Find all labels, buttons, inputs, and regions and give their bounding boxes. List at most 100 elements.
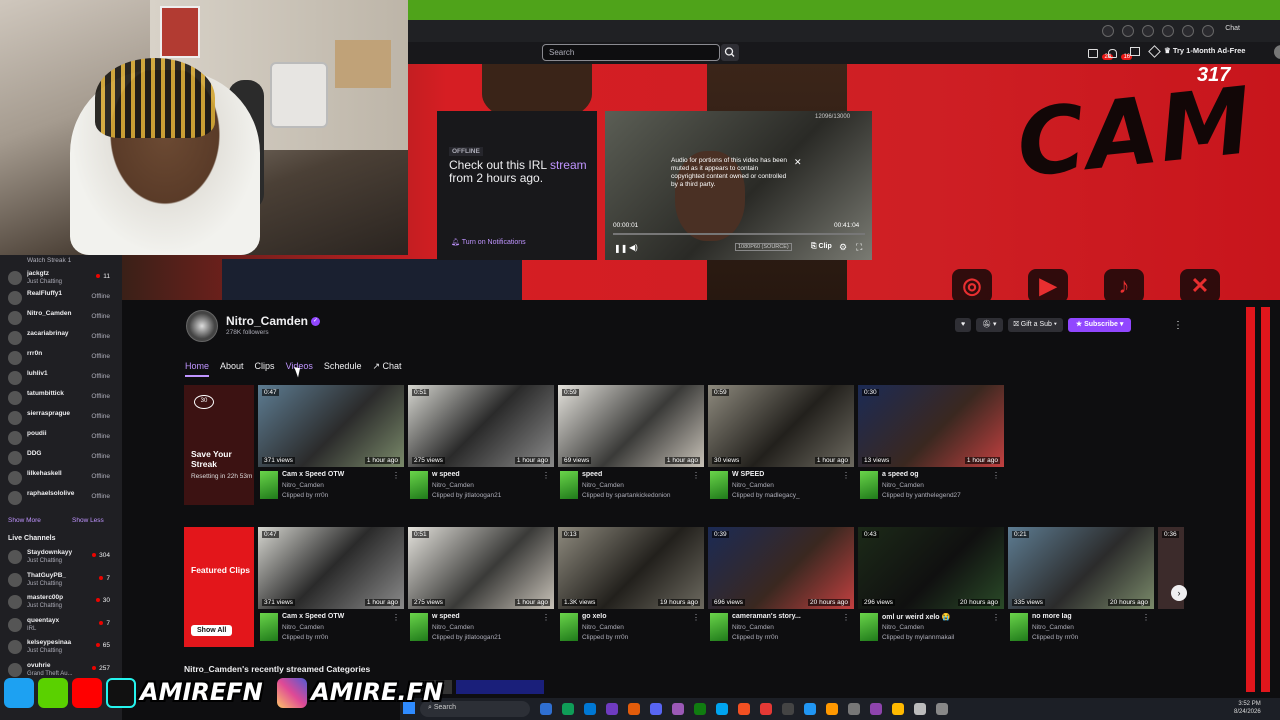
taskbar-app-icon[interactable] <box>936 703 948 715</box>
avatar[interactable] <box>560 613 578 641</box>
clip-thumbnail[interactable]: 0:59 69 views 1 hour ago <box>558 385 704 467</box>
offline-stream-link[interactable]: stream <box>550 158 587 172</box>
sidebar-live-channel[interactable]: ThatGuyPB_ Just Chatting 7 <box>0 571 118 591</box>
extension-icon[interactable] <box>1102 25 1114 37</box>
sidebar-channel[interactable]: lilkehaskell Offline <box>0 469 118 489</box>
tab-clips[interactable]: Clips <box>255 361 275 375</box>
clip-clipper[interactable]: Clipped by rrr0n <box>282 492 328 499</box>
clip-clipper[interactable]: Clipped by rrr0n <box>732 634 778 641</box>
clip-title[interactable]: go xelo <box>582 613 692 620</box>
avatar[interactable] <box>1010 613 1028 641</box>
taskbar-app-icon[interactable] <box>738 703 750 715</box>
taskbar-app-icon[interactable] <box>672 703 684 715</box>
clip-card[interactable]: 0:21 335 views 20 hours ago no more lag Nitr… <box>1008 527 1154 649</box>
clip-clipper[interactable]: Clipped by jitlatoogan21 <box>432 634 501 641</box>
kebab-icon[interactable]: ⋮ <box>392 471 400 480</box>
tab-about[interactable]: About <box>220 361 244 375</box>
sidebar-channel[interactable]: Nitro_Camden Offline <box>0 309 118 329</box>
clip-thumbnail[interactable]: 0:21 335 views 20 hours ago <box>1008 527 1154 609</box>
bits-icon[interactable] <box>1148 45 1161 58</box>
clip-thumbnail[interactable]: 0:47 371 views 1 hour ago <box>258 385 404 467</box>
clip-channel[interactable]: Nitro_Camden <box>282 482 324 489</box>
extension-icon[interactable] <box>1122 25 1134 37</box>
kebab-icon[interactable]: ⋮ <box>692 471 700 480</box>
clip-title[interactable]: Cam x Speed OTW <box>282 471 392 478</box>
clip-title[interactable]: W SPEED <box>732 471 842 478</box>
kebab-icon[interactable]: ⋮ <box>1142 613 1150 622</box>
sidebar-channel[interactable]: luhliv1 Offline <box>0 369 118 389</box>
clip-title[interactable]: cameraman's story... <box>732 613 842 620</box>
extension-icon[interactable] <box>1162 25 1174 37</box>
clip-thumbnail[interactable]: 0:51 275 views 1 hour ago <box>408 527 554 609</box>
clip-card[interactable]: 0:43 296 views 20 hours ago oml ur weird xe… <box>858 527 1004 649</box>
clip-thumbnail[interactable]: 0:13 1.3K views 19 hours ago <box>558 527 704 609</box>
clip-title[interactable]: w speed <box>432 471 542 478</box>
clip-thumbnail[interactable]: 0:47 371 views 1 hour ago <box>258 527 404 609</box>
sidebar-live-channel[interactable]: Staydownkayy Just Chatting 304 <box>0 548 118 568</box>
sidebar-channel[interactable]: jackgtz Just Chatting 11 <box>0 269 118 289</box>
clip-button[interactable]: ⎘ Clip <box>811 243 832 251</box>
avatar[interactable] <box>1274 45 1280 59</box>
chevron-right-icon[interactable]: › <box>1171 585 1187 601</box>
sidebar-channel[interactable]: zacariabrinay Offline <box>0 329 118 349</box>
clip-title[interactable]: w speed <box>432 613 542 620</box>
avatar[interactable] <box>410 471 428 499</box>
channel-avatar[interactable] <box>186 310 218 342</box>
follow-button[interactable]: ♥ <box>955 318 972 332</box>
clip-thumbnail[interactable]: 0:51 275 views 1 hour ago <box>408 385 554 467</box>
whispers-icon[interactable] <box>1130 47 1140 56</box>
taskbar-app-icon[interactable] <box>540 703 552 715</box>
profile-icon[interactable] <box>1202 25 1214 37</box>
sidebar-live-channel[interactable]: queentayx IRL 7 <box>0 616 118 636</box>
clip-clipper[interactable]: Clipped by jitlatoogan21 <box>432 492 501 499</box>
kebab-icon[interactable]: ⋮ <box>1173 320 1183 331</box>
clip-clipper[interactable]: Clipped by mylannmakail <box>882 634 954 641</box>
show-more-button[interactable]: Show More <box>8 517 41 524</box>
adfree-button[interactable]: ♛ Try 1-Month Ad-Free <box>1164 46 1245 55</box>
search-button[interactable] <box>721 44 739 61</box>
extension-icon[interactable] <box>1142 25 1154 37</box>
clip-card[interactable]: 0:59 69 views 1 hour ago speed Nitro_Camden C… <box>558 385 704 507</box>
gift-sub-button[interactable]: ⛝ Gift a Sub ▾ <box>1007 318 1063 332</box>
clip-channel[interactable]: Nitro_Camden <box>882 482 924 489</box>
taskbar-app-icon[interactable] <box>628 703 640 715</box>
extension-icon[interactable] <box>1182 25 1194 37</box>
clip-channel[interactable]: Nitro_Camden <box>582 482 624 489</box>
notification-settings-button[interactable]: 🔕︎ ▾ <box>976 318 1003 332</box>
clip-title[interactable]: oml ur weird xelo 😭 <box>882 613 992 621</box>
channel-name[interactable]: Nitro_Camden <box>226 314 308 328</box>
clip-card[interactable]: 0:39 696 views 20 hours ago cameraman's sto… <box>708 527 854 649</box>
avatar[interactable] <box>560 471 578 499</box>
sidebar-channel[interactable]: poudii Offline <box>0 429 118 449</box>
taskbar-app-icon[interactable] <box>760 703 772 715</box>
kebab-icon[interactable]: ⋮ <box>992 471 1000 480</box>
avatar[interactable] <box>260 471 278 499</box>
clip-clipper[interactable]: Clipped by rrr0n <box>1032 634 1078 641</box>
clip-card[interactable]: 0:47 371 views 1 hour ago Cam x Speed OTW Ni… <box>258 527 404 649</box>
sidebar-live-channel[interactable]: masterc00p Just Chatting 30 <box>0 593 118 613</box>
clip-thumbnail[interactable]: 0:39 696 views 20 hours ago <box>708 527 854 609</box>
clip-channel[interactable]: Nitro_Camden <box>282 624 324 631</box>
clip-card[interactable]: 0:59 30 views 1 hour ago W SPEED Nitro_Camde… <box>708 385 854 507</box>
tab-chat[interactable]: ↗ Chat <box>372 361 401 376</box>
taskbar-app-icon[interactable] <box>716 703 728 715</box>
clip-clipper[interactable]: Clipped by yanthelegend27 <box>882 492 961 499</box>
kebab-icon[interactable]: ⋮ <box>992 613 1000 622</box>
page-scrollbar[interactable] <box>1246 307 1270 692</box>
clip-channel[interactable]: Nitro_Camden <box>732 624 774 631</box>
show-less-button[interactable]: Show Less <box>72 517 104 524</box>
clip-channel[interactable]: Nitro_Camden <box>582 624 624 631</box>
chat-tab-label[interactable]: Chat <box>1225 25 1240 32</box>
taskbar-app-icon[interactable] <box>914 703 926 715</box>
tab-home[interactable]: Home <box>185 361 210 377</box>
avatar[interactable] <box>860 471 878 499</box>
sidebar-channel[interactable]: sierrasprague Offline <box>0 409 118 429</box>
clip-card[interactable]: 0:51 275 views 1 hour ago w speed Nitro_Camd… <box>408 385 554 507</box>
taskbar-app-icon[interactable] <box>804 703 816 715</box>
sidebar-channel[interactable]: rrr0n Offline <box>0 349 118 369</box>
clip-card[interactable]: 0:30 13 views 1 hour ago a speed og Nitro_Ca… <box>858 385 1004 507</box>
seek-bar[interactable] <box>613 233 865 235</box>
clip-clipper[interactable]: Clipped by rrr0n <box>282 634 328 641</box>
clip-thumbnail[interactable]: 0:43 296 views 20 hours ago <box>858 527 1004 609</box>
video-player[interactable]: 12096/13000 Audio for portions of this v… <box>605 111 872 260</box>
